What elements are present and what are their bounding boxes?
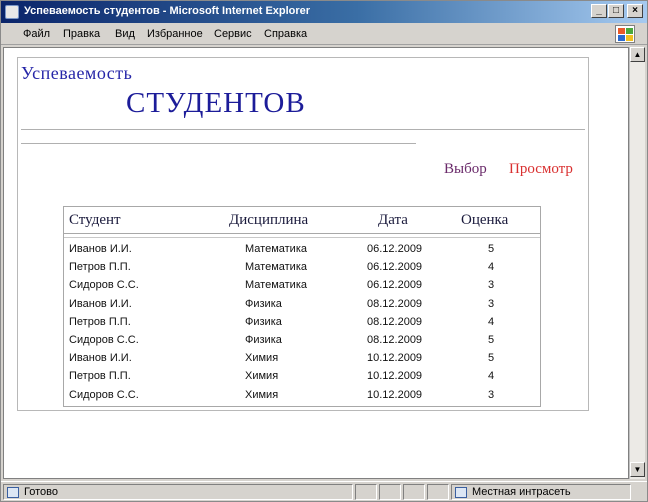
minimize-button[interactable]: _ — [591, 4, 607, 18]
local-intranet-icon — [455, 487, 467, 498]
grades-table: Студент Дисциплина Дата Оценка Иванов И.… — [63, 206, 541, 407]
date-cell: 10.12.2009 — [367, 352, 423, 365]
grade-cell: 4 — [488, 315, 495, 328]
student-cell: Сидоров С.С. — [69, 334, 139, 346]
scroll-up-icon[interactable]: ▲ — [630, 47, 645, 62]
ie-app-icon — [5, 5, 19, 19]
grade-cell: 4 — [488, 370, 495, 383]
status-pane-3 — [379, 484, 401, 500]
student-cell: Петров П.П. — [69, 261, 131, 274]
grade-cell: 3 — [488, 297, 495, 310]
title-bar: Успеваемость студентов - Microsoft Inter… — [1, 1, 647, 23]
column-header-grade: Оценка — [461, 212, 509, 228]
status-main-pane: Готово — [3, 484, 353, 500]
grade-cell: 5 — [488, 243, 495, 255]
scroll-down-icon[interactable]: ▼ — [630, 462, 645, 477]
table-row: Иванов И.И. Математика 06.12.2009 5 — [64, 243, 540, 259]
table-row: Сидоров С.С. Физика 08.12.2009 5 — [64, 334, 540, 350]
table-row: Иванов И.И. Химия 10.12.2009 5 — [64, 352, 540, 368]
page-icon — [7, 487, 19, 498]
table-row: Иванов И.И. Физика 08.12.2009 3 — [64, 298, 540, 314]
table-row: Сидоров С.С. Математика 06.12.2009 3 — [64, 279, 540, 295]
student-cell: Сидоров С.С. — [69, 388, 139, 401]
table-row: Петров П.П. Физика 08.12.2009 4 — [64, 316, 540, 332]
status-zone-text: Местная интрасеть — [472, 486, 571, 498]
menu-file[interactable]: Файл — [23, 28, 50, 40]
subject-cell: Математика — [245, 261, 307, 274]
subject-cell: Физика — [245, 334, 282, 346]
date-cell: 10.12.2009 — [367, 370, 423, 383]
close-button[interactable]: × — [627, 4, 643, 18]
vertical-scrollbar[interactable]: ▲ ▼ — [629, 47, 645, 479]
subject-cell: Математика — [245, 279, 307, 292]
divider-short — [21, 143, 416, 144]
subject-cell: Математика — [245, 243, 307, 255]
status-pane-4 — [403, 484, 425, 500]
page-heading-big: СТУДЕНТОВ — [126, 87, 306, 119]
column-header-student: Студент — [69, 212, 121, 228]
student-cell: Сидоров С.С. — [69, 279, 139, 292]
status-zone-pane: Местная интрасеть — [451, 484, 631, 500]
grade-cell: 3 — [488, 279, 495, 292]
menu-favorites[interactable]: Избранное — [147, 28, 203, 40]
status-text: Готово — [24, 486, 58, 498]
table-header-row: Студент Дисциплина Дата Оценка — [64, 207, 540, 234]
subject-cell: Физика — [245, 315, 282, 328]
table-row: Петров П.П. Химия 10.12.2009 4 — [64, 370, 540, 386]
date-cell: 06.12.2009 — [367, 243, 423, 255]
student-cell: Петров П.П. — [69, 370, 131, 383]
maximize-button[interactable]: □ — [608, 4, 624, 18]
student-cell: Иванов И.И. — [69, 297, 132, 310]
date-cell: 08.12.2009 — [367, 315, 423, 328]
student-cell: Иванов И.И. — [69, 352, 132, 365]
menu-bar: Файл Правка Вид Избранное Сервис Справка — [1, 24, 647, 45]
subject-cell: Химия — [245, 352, 279, 365]
menu-tools[interactable]: Сервис — [214, 28, 252, 40]
status-pane-5 — [427, 484, 449, 500]
student-cell: Иванов И.И. — [69, 243, 132, 255]
grade-cell: 4 — [488, 261, 495, 274]
date-cell: 06.12.2009 — [367, 261, 423, 274]
header-divider — [64, 237, 540, 238]
status-pane-2 — [355, 484, 377, 500]
subject-cell: Физика — [245, 297, 282, 310]
table-row: Петров П.П. Математика 06.12.2009 4 — [64, 261, 540, 277]
divider-top — [21, 129, 585, 130]
subject-cell: Химия — [245, 388, 279, 401]
status-bar: Готово Местная интрасеть — [1, 481, 647, 501]
student-cell: Петров П.П. — [69, 315, 131, 328]
date-cell: 08.12.2009 — [367, 334, 423, 346]
column-header-subject: Дисциплина — [229, 212, 309, 228]
date-cell: 06.12.2009 — [367, 279, 423, 292]
browser-window: Успеваемость студентов - Microsoft Inter… — [0, 0, 648, 502]
windows-logo-icon — [615, 25, 635, 43]
select-link[interactable]: Выбор — [444, 161, 487, 178]
grade-cell: 5 — [488, 334, 495, 346]
table-row: Сидоров С.С. Химия 10.12.2009 3 — [64, 389, 540, 405]
column-header-date: Дата — [378, 212, 408, 228]
date-cell: 10.12.2009 — [367, 388, 423, 401]
view-link[interactable]: Просмотр — [509, 161, 573, 178]
date-cell: 08.12.2009 — [367, 297, 423, 310]
subject-cell: Химия — [245, 370, 279, 383]
menu-help[interactable]: Справка — [264, 28, 307, 40]
grade-cell: 5 — [488, 352, 495, 365]
menu-view[interactable]: Вид — [115, 28, 135, 40]
grade-cell: 3 — [488, 388, 495, 401]
page-heading-small: Успеваемость — [21, 63, 133, 83]
window-title: Успеваемость студентов - Microsoft Inter… — [24, 5, 311, 17]
menu-edit[interactable]: Правка — [63, 28, 100, 40]
